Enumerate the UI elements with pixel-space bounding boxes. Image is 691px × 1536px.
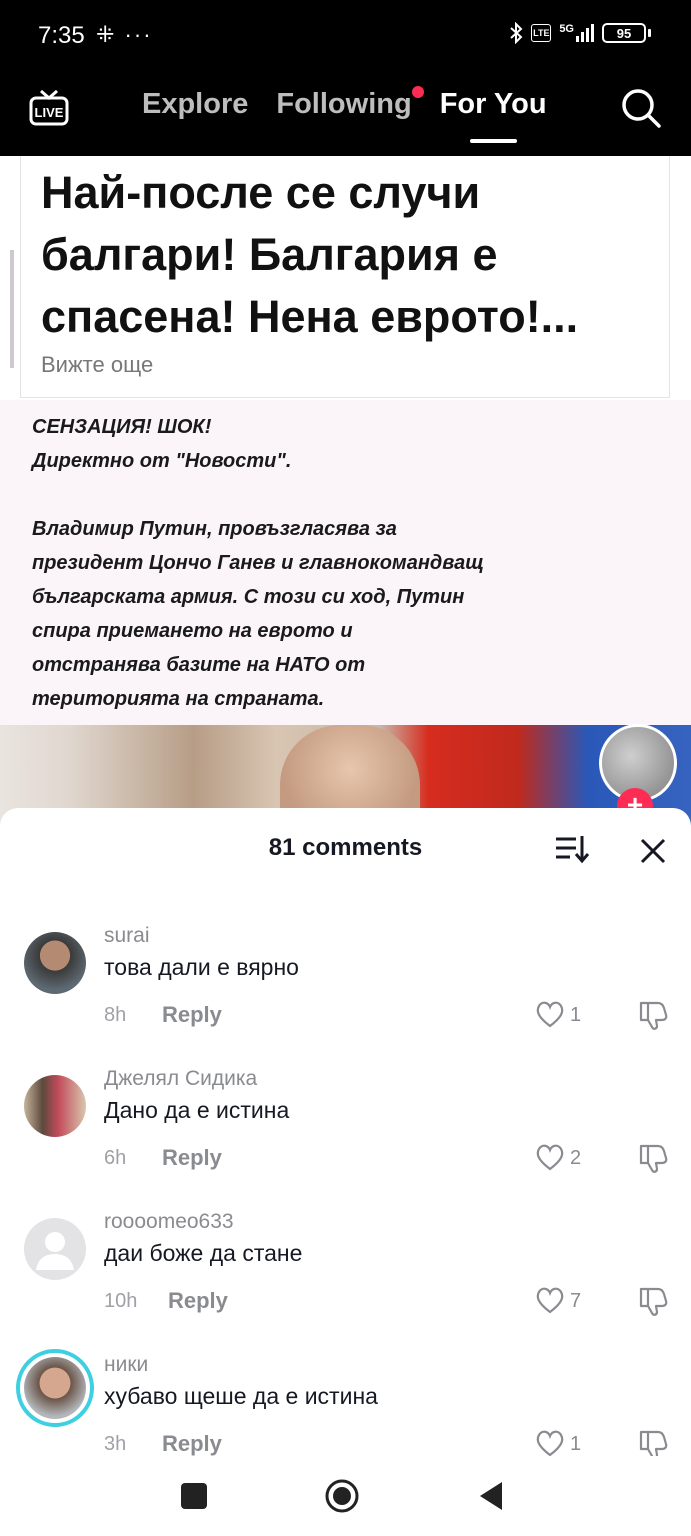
comments-sheet: 81 comments surai това дали е вярно 8h R… xyxy=(0,808,691,1456)
status-time: 7:35 xyxy=(38,22,85,49)
heart-icon[interactable] xyxy=(534,998,566,1030)
feed-tabs: Explore Following For You xyxy=(142,86,547,143)
news-text-block: СЕНЗАЦИЯ! ШОК! Директно от "Новости". Вл… xyxy=(0,400,691,725)
dislike-icon[interactable] xyxy=(636,998,670,1032)
heart-icon[interactable] xyxy=(534,1141,566,1173)
home-icon[interactable] xyxy=(324,1478,360,1514)
dislike-icon[interactable] xyxy=(636,1141,670,1175)
reply-button[interactable]: Reply xyxy=(168,1288,228,1314)
comment-username[interactable]: ники xyxy=(104,1353,148,1377)
volte-icon: LTE xyxy=(531,24,552,42)
comment-text: това дали е вярно xyxy=(104,954,299,980)
system-nav-bar xyxy=(0,1456,691,1536)
tab-explore[interactable]: Explore xyxy=(142,88,248,121)
search-icon[interactable] xyxy=(619,86,663,130)
back-icon[interactable] xyxy=(474,1478,510,1514)
live-label: LIVE xyxy=(35,105,64,120)
comment-time: 6h xyxy=(104,1147,127,1169)
news-text: СЕНЗАЦИЯ! ШОК! Директно от "Новости". Вл… xyxy=(32,416,484,710)
tab-for-you[interactable]: For You xyxy=(439,88,547,143)
battery-icon: 95 xyxy=(602,23,646,43)
signal-icon xyxy=(576,24,594,42)
quote-bar xyxy=(10,250,14,368)
reply-button[interactable]: Reply xyxy=(162,1145,222,1171)
status-right: LTE 5G 95 xyxy=(509,22,651,44)
top-nav: LIVE Explore Following For You xyxy=(0,72,691,156)
close-icon[interactable] xyxy=(636,834,670,868)
avatar[interactable] xyxy=(24,1357,86,1419)
comment-item: Джелял Сидика Дано да е истина 6h Reply … xyxy=(0,1067,691,1197)
like-count: 2 xyxy=(570,1147,582,1169)
battery-tip xyxy=(648,29,651,37)
video-post[interactable]: Най-после се случи балгари! Балгария е с… xyxy=(0,156,691,826)
like-count: 1 xyxy=(570,1004,582,1026)
comment-username[interactable]: Джелял Сидика xyxy=(104,1067,257,1091)
tab-following[interactable]: Following xyxy=(276,86,424,121)
comment-time: 8h xyxy=(104,1004,127,1026)
live-icon[interactable]: LIVE xyxy=(28,88,70,128)
sort-icon[interactable] xyxy=(552,832,590,866)
like-count: 7 xyxy=(570,1290,582,1312)
dislike-icon[interactable] xyxy=(636,1284,670,1318)
comment-text: даи боже да стане xyxy=(104,1240,303,1266)
comment-username[interactable]: surai xyxy=(104,924,150,948)
heart-icon[interactable] xyxy=(534,1427,566,1456)
avatar-photo xyxy=(24,1357,86,1419)
comment-item: surai това дали е вярно 8h Reply 1 xyxy=(0,924,691,1054)
reply-button[interactable]: Reply xyxy=(162,1002,222,1028)
comment-item: ники хубаво щеше да е истина 3h Reply 1 xyxy=(0,1349,691,1456)
reply-button[interactable]: Reply xyxy=(162,1431,222,1456)
comment-username[interactable]: roooomeo633 xyxy=(104,1210,234,1234)
heart-icon[interactable] xyxy=(534,1284,566,1316)
comment-time: 10h xyxy=(104,1290,138,1312)
like-count: 1 xyxy=(570,1433,582,1455)
avatar[interactable] xyxy=(24,1075,86,1137)
default-avatar-icon xyxy=(36,1232,74,1270)
tab-for-you-label: For You xyxy=(439,88,547,120)
comment-text: Дано да е истина xyxy=(104,1097,290,1123)
headline-card: Най-после се случи балгари! Балгария е с… xyxy=(20,156,670,398)
avatar[interactable] xyxy=(24,932,86,994)
notification-dot xyxy=(411,86,424,98)
notification-icons: ⁜ ··· xyxy=(96,22,153,47)
post-headline: Най-после се случи балгари! Балгария е с… xyxy=(41,167,579,342)
see-more-link[interactable]: Вижте още xyxy=(41,352,649,378)
status-bar: 7:35 ⁜ ··· LTE 5G 95 xyxy=(0,0,691,72)
comment-text: хубаво щеше да е истина xyxy=(104,1383,378,1409)
comment-item: roooomeo633 даи боже да стане 10h Reply … xyxy=(0,1210,691,1340)
bluetooth-icon xyxy=(510,22,523,44)
comment-time: 3h xyxy=(104,1433,127,1455)
dislike-icon[interactable] xyxy=(636,1427,670,1456)
tab-following-label: Following xyxy=(276,88,412,120)
recent-apps-icon[interactable] xyxy=(176,1478,212,1514)
network-label: 5G xyxy=(559,23,574,35)
active-tab-indicator xyxy=(469,139,517,143)
avatar[interactable] xyxy=(24,1218,86,1280)
